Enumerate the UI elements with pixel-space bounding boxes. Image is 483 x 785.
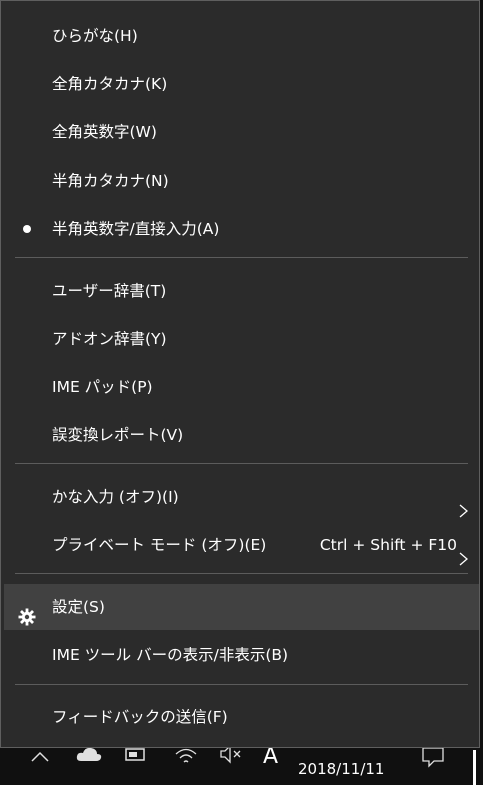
menu-separator — [15, 573, 468, 574]
ime-context-menu: ひらがな(H) 全角カタカナ(K) 全角英数字(W) 半角カタカナ(N) 半角英… — [0, 0, 480, 748]
menu-item-label: ユーザー辞書(T) — [52, 282, 167, 300]
notification-icon[interactable] — [421, 746, 445, 773]
menu-item-label: 全角カタカナ(K) — [52, 75, 168, 93]
menu-item-private-mode[interactable]: プライベート モード (オフ)(E) Ctrl + Shift + F10 — [4, 522, 479, 568]
wifi-icon[interactable] — [174, 744, 198, 771]
chevron-right-icon — [456, 490, 470, 518]
menu-item-zenkaku-katakana[interactable]: 全角カタカナ(K) — [4, 61, 479, 107]
menu-item-label: アドオン辞書(Y) — [52, 330, 167, 348]
menu-item-send-feedback[interactable]: フィードバックの送信(F) — [4, 694, 479, 740]
menu-item-hankaku-katakana[interactable]: 半角カタカナ(N) — [4, 158, 479, 204]
menu-item-label: 誤変換レポート(V) — [52, 426, 184, 444]
menu-item-zenkaku-eisu[interactable]: 全角英数字(W) — [4, 109, 479, 155]
menu-item-label: かな入力 (オフ)(I) — [52, 488, 179, 506]
menu-item-label: 設定(S) — [52, 598, 105, 616]
menu-item-shortcut: Ctrl + Shift + F10 — [319, 536, 457, 554]
menu-item-label: フィードバックの送信(F) — [52, 708, 228, 726]
menu-separator — [15, 684, 468, 685]
menu-item-settings[interactable]: 設定(S) — [4, 584, 479, 630]
menu-item-user-dictionary[interactable]: ユーザー辞書(T) — [4, 268, 479, 314]
menu-item-label: 半角カタカナ(N) — [52, 172, 169, 190]
show-desktop-button[interactable] — [473, 750, 476, 785]
menu-item-hiragana[interactable]: ひらがな(H) — [4, 13, 479, 59]
selected-bullet-icon — [23, 225, 31, 233]
menu-item-hankaku-eisu-direct[interactable]: 半角英数字/直接入力(A) — [4, 206, 479, 252]
menu-item-label: 全角英数字(W) — [52, 123, 157, 141]
menu-item-label: IME パッド(P) — [52, 378, 153, 396]
menu-item-toggle-ime-toolbar[interactable]: IME ツール バーの表示/非表示(B) — [4, 632, 479, 678]
menu-item-conversion-report[interactable]: 誤変換レポート(V) — [4, 412, 479, 458]
menu-item-label: IME ツール バーの表示/非表示(B) — [52, 646, 289, 664]
menu-item-ime-pad[interactable]: IME パッド(P) — [4, 364, 479, 410]
menu-item-kana-input[interactable]: かな入力 (オフ)(I) — [4, 474, 479, 520]
taskbar-date[interactable]: 2018/11/11 — [298, 760, 384, 778]
menu-item-label: 半角英数字/直接入力(A) — [52, 220, 220, 238]
menu-item-label: ひらがな(H) — [52, 27, 138, 45]
menu-item-addon-dictionary[interactable]: アドオン辞書(Y) — [4, 316, 479, 362]
chevron-right-icon — [456, 538, 470, 566]
menu-separator — [15, 257, 468, 258]
menu-item-label: プライベート モード (オフ)(E) — [52, 536, 267, 554]
menu-separator — [15, 463, 468, 464]
gear-icon — [18, 598, 36, 626]
